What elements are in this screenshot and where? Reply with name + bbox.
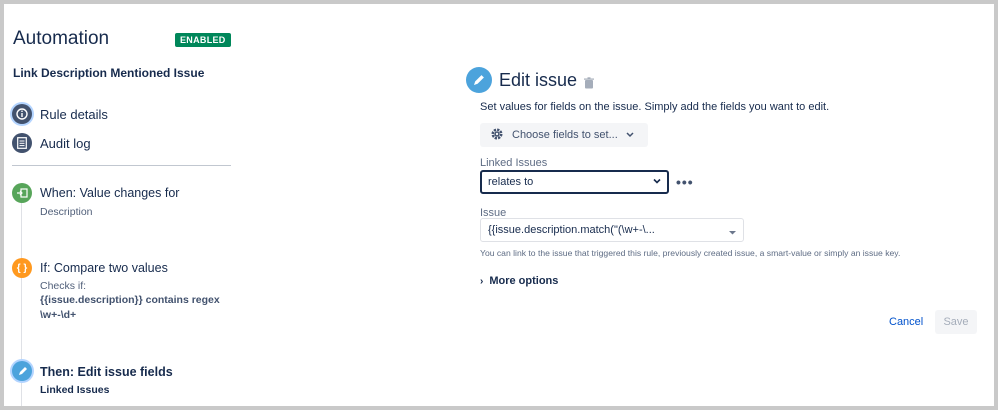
- condition-icon[interactable]: { }: [12, 258, 32, 278]
- more-options-toggle[interactable]: › More options: [480, 275, 558, 287]
- more-options-label: More options: [489, 275, 559, 287]
- link-type-value: relates to: [488, 176, 534, 188]
- panel-description: Set values for fields on the issue. Simp…: [480, 101, 830, 113]
- sidebar-item-label: Audit log: [40, 135, 91, 151]
- sidebar: Automation ENABLED Link Description Ment…: [4, 4, 239, 406]
- page-title: Automation: [13, 28, 110, 49]
- trash-icon[interactable]: [584, 76, 594, 94]
- chevron-down-icon: [626, 130, 634, 140]
- sidebar-divider: [12, 165, 231, 166]
- condition-detail: Checks if:: [40, 280, 87, 292]
- issue-value: {{issue.description.match("(\w+-\...: [488, 224, 655, 236]
- sidebar-item-audit-log[interactable]: Audit log: [12, 132, 91, 154]
- chevron-down-icon: [652, 176, 662, 189]
- document-icon: [12, 133, 32, 153]
- app-window: Automation ENABLED Link Description Ment…: [4, 4, 994, 406]
- condition-expression: {{issue.description}} contains regex: [40, 294, 220, 306]
- trigger-detail: Description: [40, 206, 93, 218]
- panel-title: Edit issue: [499, 70, 578, 90]
- action-pencil-icon[interactable]: [12, 361, 32, 381]
- gear-icon: [490, 127, 504, 144]
- edit-issue-panel: Edit issue Set values for fields on the …: [464, 4, 984, 406]
- rule-name: Link Description Mentioned Issue: [13, 66, 205, 80]
- condition-title[interactable]: If: Compare two values: [40, 261, 168, 275]
- status-badge: ENABLED: [175, 33, 231, 47]
- trigger-icon[interactable]: [12, 183, 32, 203]
- action-title[interactable]: Then: Edit issue fields: [40, 365, 173, 379]
- cancel-button[interactable]: Cancel: [889, 316, 923, 328]
- save-button[interactable]: Save: [935, 310, 977, 334]
- link-type-select[interactable]: relates to: [480, 170, 669, 194]
- sidebar-item-label: Rule details: [40, 106, 108, 122]
- action-detail: Linked Issues: [40, 384, 110, 396]
- chevron-down-icon: [728, 227, 737, 239]
- sidebar-item-rule-details[interactable]: Rule details: [12, 103, 108, 125]
- condition-regex: \w+-\d+: [40, 309, 77, 321]
- linked-issues-label: Linked Issues: [480, 157, 548, 169]
- issue-field[interactable]: {{issue.description.match("(\w+-\...: [480, 218, 744, 242]
- issue-helper-text: You can link to the issue that triggered…: [480, 248, 901, 258]
- choose-fields-label: Choose fields to set...: [512, 129, 618, 141]
- chevron-right-icon: ›: [480, 275, 484, 287]
- pencil-icon: [466, 67, 492, 93]
- more-actions-button[interactable]: •••: [676, 174, 694, 190]
- info-icon: [12, 104, 32, 124]
- choose-fields-button[interactable]: Choose fields to set...: [480, 123, 648, 147]
- trigger-title[interactable]: When: Value changes for: [40, 186, 179, 200]
